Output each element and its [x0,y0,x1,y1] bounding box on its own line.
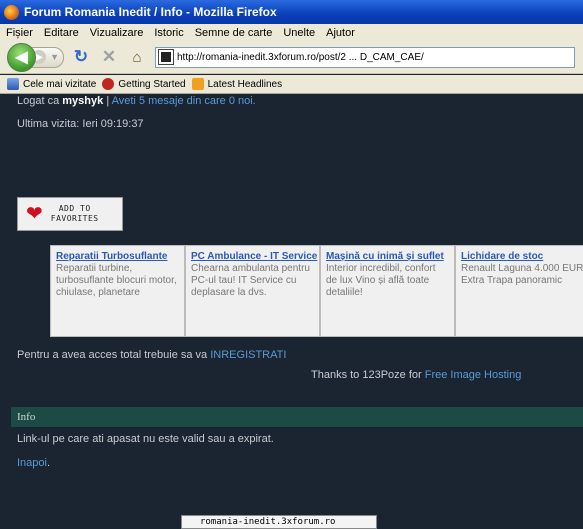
menu-history[interactable]: Istoric [154,27,183,39]
menu-view[interactable]: Vizualizare [90,27,144,39]
menu-help[interactable]: Ajutor [326,27,355,39]
messages-link[interactable]: Aveti 5 mesaje din care 0 noi. [112,95,256,107]
username: myshyk [62,95,104,107]
menu-bar: Fișier Editare Vizualizare Istoric Semne… [0,24,583,41]
invalid-link-message: Link-ul pe care ati apasat nu este valid… [17,433,274,445]
ad-title[interactable]: Lichidare de stoc [461,251,583,262]
bookmarks-toolbar: Cele mai vizitate Getting Started Latest… [0,75,583,94]
window-title: Forum Romania Inedit / Info - Mozilla Fi… [24,5,277,19]
history-dropdown-icon[interactable]: ▼ [50,52,59,62]
bookmark-label: Latest Headlines [207,78,283,90]
ad-card[interactable]: Mașină cu inimă și suflet Interior incre… [320,245,455,337]
thanks-text: Thanks to 123Poze for [311,369,422,381]
ad-title[interactable]: Mașină cu inimă și suflet [326,251,449,262]
back-link-period: . [46,457,51,469]
ad-title[interactable]: Reparatii Turbosuflante [56,251,179,262]
ad-card[interactable]: PC Ambulance - IT Service Chearna ambula… [185,245,320,337]
separator: | [106,95,110,107]
rss-feed-icon [191,78,204,90]
ad-text: Renault Laguna 4.000 EUR Extra Trapa pan… [461,263,583,286]
thanks-notice: Thanks to 123Poze for Free Image Hosting [311,369,521,381]
menu-file[interactable]: Fișier [6,27,33,39]
ad-text: Interior incredibil, confort de lux Vino… [326,263,436,298]
navigation-toolbar: ◀ ▶ ▼ ↻ ✕ ⌂ http://romania-inedit.3xforu… [0,41,583,74]
stop-icon[interactable]: ✕ [98,46,120,68]
last-visit: Ultima vizita: Ieri 09:19:37 [17,118,144,130]
access-notice: Pentru a avea acces total trebuie sa va … [17,349,286,361]
back-button[interactable]: ◀ [7,42,36,72]
bookmark-label: Cele mai vizitate [23,78,97,90]
logged-prefix: Logat ca [17,95,60,107]
back-link[interactable]: Inapoi [17,457,47,469]
address-text: http://romania-inedit.3xforum.ro/post/2 … [177,51,424,63]
bookmark-getting-started[interactable]: Getting Started [102,78,186,90]
ad-text: Chearna ambulanta pentru PC-ul tau! IT S… [191,263,310,298]
bookmark-label: Getting Started [118,78,186,90]
ad-card[interactable]: Reparatii Turbosuflante Reparatii turbin… [50,245,185,337]
ad-text: Reparatii turbine, turbosuflante blocuri… [56,263,177,298]
firefox-bookmark-icon [102,78,115,90]
home-icon[interactable]: ⌂ [126,46,148,68]
menu-tools[interactable]: Unelte [283,27,315,39]
link-status-tooltip: romania-inedit.3xforum.ro [181,515,377,529]
access-text: Pentru a avea acces total trebuie sa va [17,349,208,361]
site-favicon-icon [158,49,174,65]
menu-bookmarks[interactable]: Semne de carte [195,27,273,39]
ad-strip: Reparatii Turbosuflante Reparatii turbin… [50,245,583,337]
firefox-logo-icon [4,4,19,20]
favorites-label-line1: ADD TO [58,204,91,213]
heart-icon: ❤ [26,203,43,225]
login-status: Logat ca myshyk | Aveti 5 mesaje din car… [17,95,256,107]
reload-icon[interactable]: ↻ [70,46,92,68]
ad-card[interactable]: Lichidare de stoc Renault Laguna 4.000 E… [455,245,583,337]
page-content: Logat ca myshyk | Aveti 5 mesaje din car… [0,95,583,529]
register-link[interactable]: INREGISTRATI [210,349,286,361]
window-titlebar: Forum Romania Inedit / Info - Mozilla Fi… [0,0,583,24]
image-hosting-link[interactable]: Free Image Hosting [425,369,522,381]
favorites-label-line2: FAVORITES [50,214,99,223]
menu-edit[interactable]: Editare [44,27,79,39]
address-bar[interactable]: http://romania-inedit.3xforum.ro/post/2 … [155,46,575,68]
bookmark-most-visited[interactable]: Cele mai vizitate [7,78,96,90]
bookmark-latest-headlines[interactable]: Latest Headlines [191,78,283,90]
bookmark-folder-icon [7,78,19,90]
back-link-row: Inapoi. [17,457,50,469]
add-to-favorites-button[interactable]: ❤ ADD TO FAVORITES [17,197,123,231]
ad-title[interactable]: PC Ambulance - IT Service [191,251,317,262]
info-header: Info [11,407,583,427]
favorites-label: ADD TO FAVORITES [51,204,99,224]
back-arrow-icon: ◀ [15,49,28,66]
